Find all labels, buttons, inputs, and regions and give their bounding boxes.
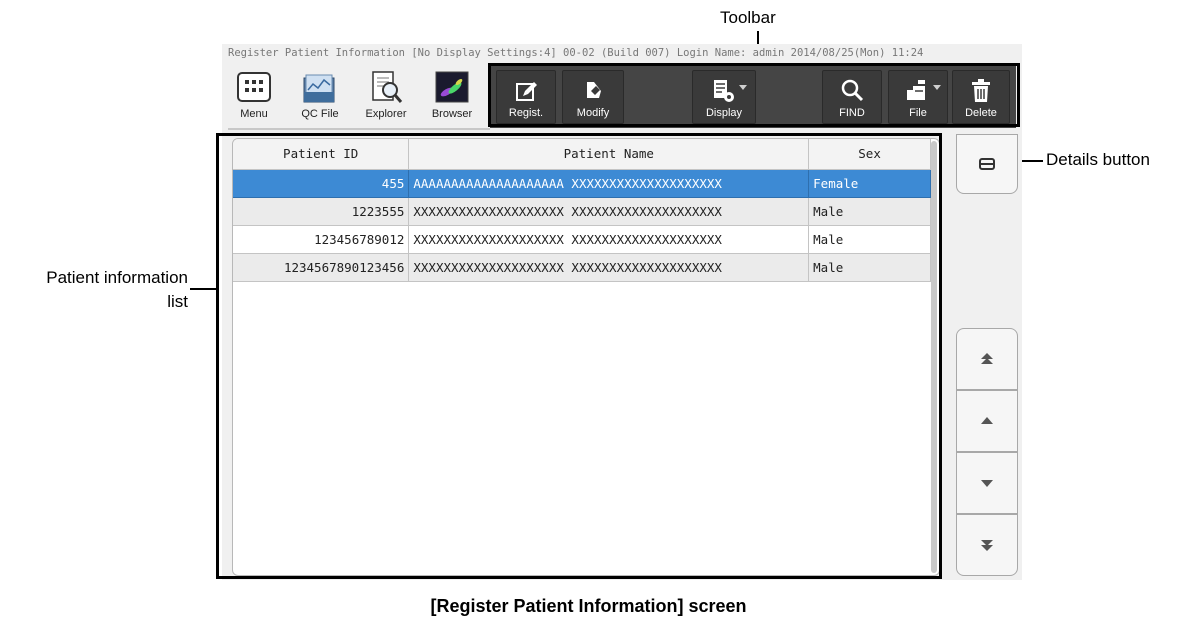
browser-button[interactable]: Browser	[424, 66, 480, 124]
browser-icon	[435, 71, 469, 103]
explorer-button-label: Explorer	[365, 108, 407, 120]
qc-file-button[interactable]: QC File	[292, 66, 348, 124]
menu-button-label: Menu	[240, 108, 268, 120]
up-arrow-icon	[981, 417, 993, 424]
qc-file-button-label: QC File	[301, 108, 339, 120]
menu-button[interactable]: Menu	[226, 66, 282, 124]
patient-list-highlight-box	[216, 133, 942, 579]
patient-list-annotation-line2: list	[167, 292, 188, 311]
explorer-icon	[372, 71, 403, 103]
app-buttons-divider	[228, 128, 490, 130]
patient-list-annotation-line	[190, 288, 216, 290]
explorer-button[interactable]: Explorer	[358, 66, 414, 124]
scroll-down-button[interactable]	[956, 452, 1018, 514]
menu-grid-icon	[237, 72, 271, 102]
qc-file-icon	[303, 74, 335, 103]
figure: Toolbar Details button Patient informati…	[0, 0, 1177, 622]
screen-caption: [Register Patient Information] screen	[430, 596, 747, 616]
down-arrow-icon	[981, 480, 993, 487]
details-button[interactable]	[956, 134, 1018, 194]
double-up-arrow-icon	[981, 353, 993, 364]
patient-list-annotation: Patient information list	[0, 266, 188, 314]
browser-button-label: Browser	[431, 108, 473, 120]
details-icon	[979, 158, 995, 170]
patient-list-annotation-line1: Patient information	[46, 268, 188, 287]
toolbar-annotation: Toolbar	[720, 8, 776, 27]
scroll-up-button[interactable]	[956, 390, 1018, 452]
details-button-annotation: Details button	[1046, 150, 1150, 169]
scroll-bottom-button[interactable]	[956, 514, 1018, 576]
window-title-bar: Register Patient Information [No Display…	[228, 47, 924, 59]
toolbar-highlight-box	[488, 63, 1020, 127]
scroll-top-button[interactable]	[956, 328, 1018, 390]
double-down-arrow-icon	[981, 540, 993, 551]
